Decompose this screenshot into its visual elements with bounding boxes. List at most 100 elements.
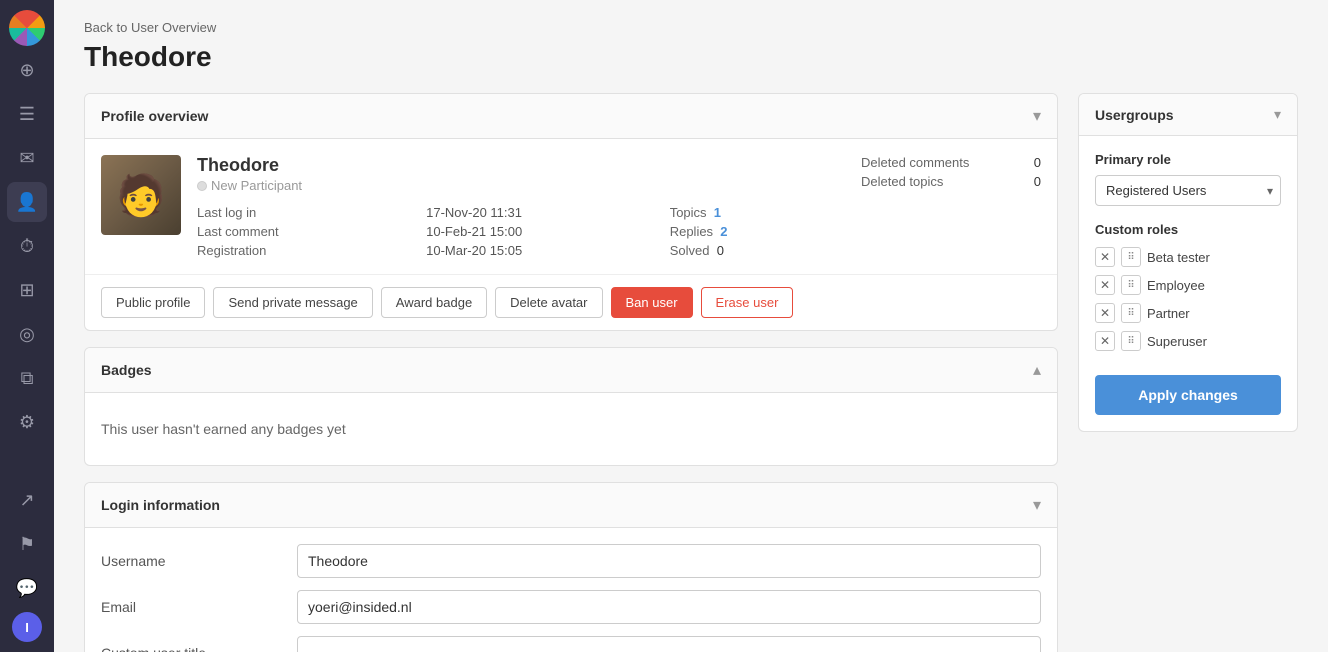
page-title: Theodore [84,41,1298,73]
widget-icon: ◎ [19,324,35,345]
profile-name: Theodore [197,155,845,176]
drag-employee-button[interactable]: ⠿ [1121,275,1141,295]
sidebar-item-settings[interactable]: ⚙ [7,402,47,442]
sidebar-item-widget[interactable]: ◎ [7,314,47,354]
usergroups-card: Usergroups ▾ Primary role Registered Use… [1078,93,1298,432]
topics-stat: Topics 1 [670,205,721,220]
primary-role-select[interactable]: Registered Users Moderator Admin [1095,175,1281,206]
sidebar-item-dashboard[interactable]: ⊞ [7,270,47,310]
right-panel: Usergroups ▾ Primary role Registered Use… [1078,93,1298,432]
usergroups-title: Usergroups [1095,107,1174,123]
replies-stat: Replies 2 [670,224,728,239]
chevron-down-icon-usergroups: ▾ [1274,106,1281,123]
role-item-partner: ✕ ⠿ Partner [1095,303,1281,323]
delete-avatar-button[interactable]: Delete avatar [495,287,602,318]
content-icon: ☰ [19,104,35,125]
badges-title: Badges [101,362,152,378]
profile-overview-header[interactable]: Profile overview ▾ [85,94,1057,139]
email-input[interactable] [297,590,1041,624]
remove-employee-button[interactable]: ✕ [1095,275,1115,295]
settings-icon: ⚙ [19,412,35,433]
badges-empty-message: This user hasn't earned any badges yet [101,409,1041,449]
profile-overview-card: Profile overview ▾ 🧑 Theodore New Partic… [84,93,1058,331]
usergroups-header[interactable]: Usergroups ▾ [1079,94,1297,136]
custom-roles-label: Custom roles [1095,222,1281,237]
solved-stat: Solved 0 [670,243,845,258]
custom-user-title-input[interactable] [297,636,1041,652]
home-icon: ⊕ [19,60,34,81]
user-avatar[interactable]: I [12,612,42,642]
mail-icon: ✉ [19,148,34,169]
role-name-beta-tester: Beta tester [1147,250,1210,265]
sidebar-item-integration[interactable]: ⧉ [7,358,47,398]
role-item-superuser: ✕ ⠿ Superuser [1095,331,1281,351]
role-dot-icon [197,181,207,191]
remove-superuser-button[interactable]: ✕ [1095,331,1115,351]
sidebar-item-chat[interactable]: 💬 [7,568,47,608]
analytics-icon: ⏱ [20,236,34,257]
login-information-body: Username Email Custom user title [85,528,1057,652]
email-form-group: Email [101,590,1041,624]
erase-user-button[interactable]: Erase user [701,287,794,318]
login-information-header[interactable]: Login information ▾ [85,483,1057,528]
custom-user-title-form-group: Custom user title [101,636,1041,652]
profile-overview-title: Profile overview [101,108,208,124]
sidebar-item-mail[interactable]: ✉ [7,138,47,178]
role-item-employee: ✕ ⠿ Employee [1095,275,1281,295]
drag-superuser-button[interactable]: ⠿ [1121,331,1141,351]
sidebar-item-analytics[interactable]: ⏱ [7,226,47,266]
profile-avatar: 🧑 [101,155,181,235]
login-information-card: Login information ▾ Username Email Custo… [84,482,1058,652]
apply-changes-button[interactable]: Apply changes [1095,375,1281,415]
export-icon: ↗ [19,490,34,511]
role-item-beta-tester: ✕ ⠿ Beta tester [1095,247,1281,267]
profile-overview-body: 🧑 Theodore New Participant Last log in 1… [85,139,1057,274]
role-name-superuser: Superuser [1147,334,1207,349]
dashboard-icon: ⊞ [19,280,34,301]
left-panel: Profile overview ▾ 🧑 Theodore New Partic… [84,93,1058,652]
primary-role-select-wrapper: Registered Users Moderator Admin ▾ [1095,175,1281,206]
chevron-down-icon-login: ▾ [1033,495,1041,515]
login-information-title: Login information [101,497,220,513]
usergroups-body: Primary role Registered Users Moderator … [1079,136,1297,431]
profile-overview-content: 🧑 Theodore New Participant Last log in 1… [101,155,1041,258]
badges-card: Badges ▴ This user hasn't earned any bad… [84,347,1058,466]
email-label: Email [101,599,281,615]
drag-beta-tester-button[interactable]: ⠿ [1121,247,1141,267]
chevron-up-icon: ▴ [1033,360,1041,380]
send-private-message-button[interactable]: Send private message [213,287,372,318]
sidebar-item-export[interactable]: ↗ [7,480,47,520]
username-input[interactable] [297,544,1041,578]
award-badge-button[interactable]: Award badge [381,287,487,318]
main-content: Back to User Overview Theodore Profile o… [54,0,1328,652]
sidebar-item-team[interactable]: ⚑ [7,524,47,564]
profile-info: Theodore New Participant Last log in 17-… [197,155,845,258]
remove-partner-button[interactable]: ✕ [1095,303,1115,323]
badges-header[interactable]: Badges ▴ [85,348,1057,393]
sidebar-item-users[interactable]: 👤 [7,182,47,222]
right-stats: Deleted comments 0 Deleted topics 0 [861,155,1041,189]
ban-user-button[interactable]: Ban user [611,287,693,318]
content-layout: Profile overview ▾ 🧑 Theodore New Partic… [84,93,1298,652]
badges-body: This user hasn't earned any badges yet [85,393,1057,465]
custom-user-title-label: Custom user title [101,645,281,652]
public-profile-button[interactable]: Public profile [101,287,205,318]
sidebar-item-home[interactable]: ⊕ [7,50,47,90]
sidebar: ⊕ ☰ ✉ 👤 ⏱ ⊞ ◎ ⧉ ⚙ ↗ ⚑ 💬 I [0,0,54,652]
back-link[interactable]: Back to User Overview [84,20,1298,35]
users-icon: 👤 [16,192,38,213]
chat-icon: 💬 [16,578,38,599]
sidebar-item-content[interactable]: ☰ [7,94,47,134]
integration-icon: ⧉ [21,368,34,389]
team-icon: ⚑ [19,534,35,555]
remove-beta-tester-button[interactable]: ✕ [1095,247,1115,267]
role-name-employee: Employee [1147,278,1205,293]
primary-role-label: Primary role [1095,152,1281,167]
profile-role: New Participant [197,178,845,193]
app-logo[interactable] [9,10,45,46]
username-label: Username [101,553,281,569]
username-form-group: Username [101,544,1041,578]
action-buttons: Public profile Send private message Awar… [85,274,1057,330]
drag-partner-button[interactable]: ⠿ [1121,303,1141,323]
role-name-partner: Partner [1147,306,1190,321]
